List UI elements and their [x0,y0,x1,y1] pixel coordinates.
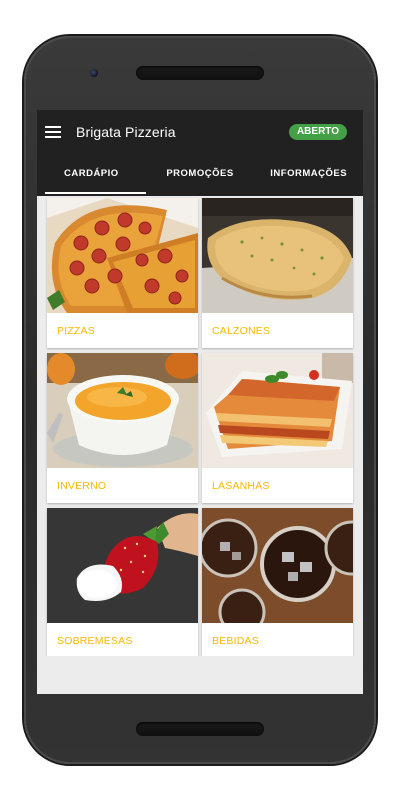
category-label: SOBREMESAS [57,635,133,647]
category-card-bebidas[interactable]: BEBIDAS [202,508,353,658]
earpiece-speaker [136,66,264,80]
category-card-sobremesas[interactable]: SOBREMESAS [47,508,198,658]
tab-cardapio[interactable]: CARDÁPIO [37,160,146,196]
category-label: LASANHAS [212,480,270,492]
bottom-empty-area [37,656,363,694]
status-badge: ABERTO [288,124,347,140]
category-label: BEBIDAS [212,635,259,647]
soup-photo [47,353,198,468]
tab-bar: CARDÁPIO PROMOÇÕES INFORMAÇÕES [37,160,363,196]
category-card-inverno[interactable]: INVERNO [47,353,198,503]
lasagna-photo [202,353,353,468]
hamburger-menu-icon[interactable] [45,126,61,138]
app-title: Brigata Pizzeria [76,124,176,140]
category-label: INVERNO [57,480,107,492]
category-card-pizzas[interactable]: PIZZAS [47,198,198,348]
bottom-speaker [136,722,264,736]
app-bar: Brigata Pizzeria ABERTO CARDÁPIO PROMOÇÕ… [37,110,363,196]
pizza-photo [47,198,198,313]
category-card-lasanhas[interactable]: LASANHAS [202,353,353,503]
toolbar: Brigata Pizzeria ABERTO [37,110,363,156]
category-grid: PIZZAS CALZONES INVERNO LASANHAS SOBREME… [47,198,355,658]
tab-promocoes[interactable]: PROMOÇÕES [146,160,255,196]
chocolate-strawberry-photo [47,508,198,623]
category-label: PIZZAS [57,325,95,337]
app-screen: Brigata Pizzeria ABERTO CARDÁPIO PROMOÇÕ… [37,110,363,694]
category-card-calzones[interactable]: CALZONES [202,198,353,348]
calzone-photo [202,198,353,313]
category-label: CALZONES [212,325,271,337]
drinks-photo [202,508,353,623]
front-camera [90,69,98,77]
tab-informacoes[interactable]: INFORMAÇÕES [254,160,363,196]
